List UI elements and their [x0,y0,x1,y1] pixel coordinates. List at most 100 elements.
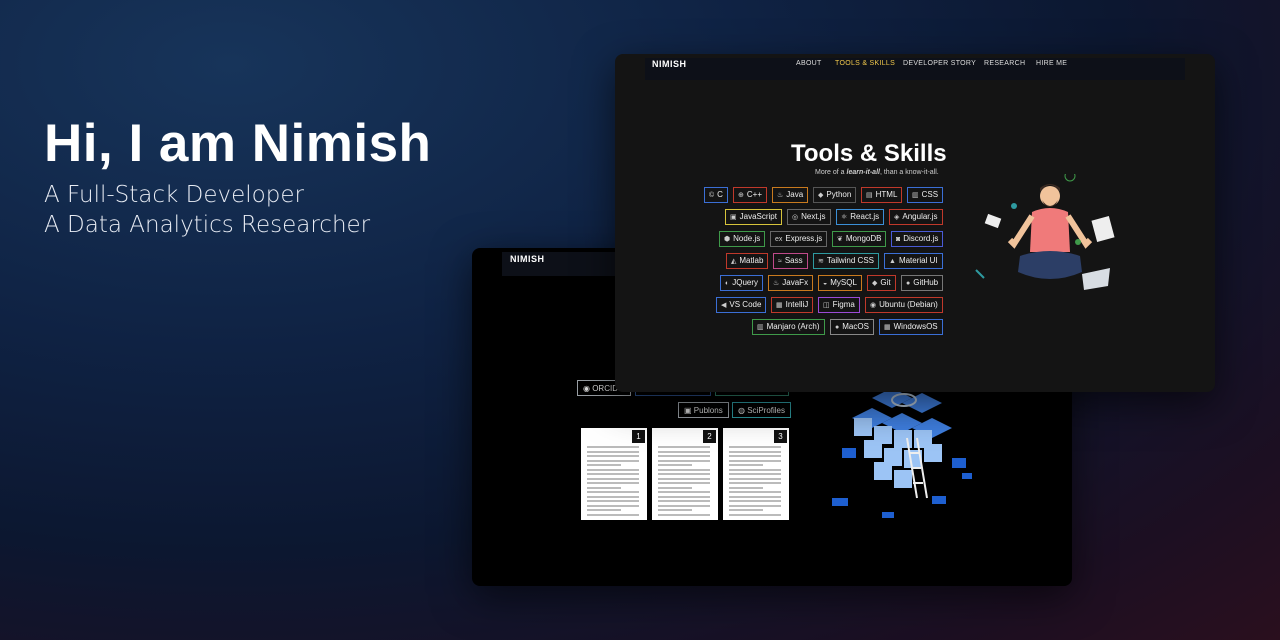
nav-hire-me[interactable]: HIRE ME [1036,60,1067,67]
javafx-icon: ♨ [773,280,780,287]
skill-angular-js[interactable]: ◈ Angular.js [889,209,943,225]
paper-thumbnail[interactable]: 1 [581,428,647,520]
skill-vs-code[interactable]: ◀ VS Code [716,297,767,313]
skill-jquery[interactable]: ◐ JQuery [720,275,764,291]
skill-sass[interactable]: ≈ Sass [773,253,808,269]
publons-icon: ▣ [684,406,694,415]
logo[interactable]: NIMISH [510,254,545,264]
skill-discord-js[interactable]: ◙ Discord.js [891,231,944,247]
paper-text-line [658,473,710,475]
skill-git[interactable]: ◆ Git [867,275,896,291]
paper-number: 1 [632,430,645,443]
paper-text-line [729,482,781,484]
html-icon: ▤ [866,192,873,199]
paper-thumbnail[interactable]: 3 [723,428,789,520]
paper-text-line [658,486,692,489]
skill-next-js[interactable]: ◎ Next.js [787,209,831,225]
subtitle-text: , than a know-it-all. [879,169,939,176]
paper-text-line [729,486,763,489]
nav-developer-story[interactable]: DEVELOPER STORY [903,60,976,67]
paper-text-line [729,468,781,471]
tailwind-icon: ≋ [818,258,824,265]
skill-github[interactable]: ● GitHub [901,275,944,291]
git-icon: ◆ [872,280,878,287]
skill-figma[interactable]: ◫ Figma [818,297,860,313]
paper-text-line [587,500,639,502]
apple-icon: ● [835,324,840,331]
windows-icon: ▦ [884,324,891,331]
nav-about[interactable]: ABOUT [796,60,822,67]
section-subtitle: More of a learn-it-all, than a know-it-a… [815,169,939,176]
nav-research[interactable]: RESEARCH [984,60,1025,67]
skill-mongodb[interactable]: ❦ MongoDB [832,231,887,247]
skill-matlab[interactable]: ◭ Matlab [726,253,769,269]
skill-macos[interactable]: ● MacOS [830,319,874,335]
skill-label: Figma [832,300,855,309]
skill-label: Manjaro (Arch) [766,322,820,331]
paper-text-line [658,468,710,471]
paper-text-line [658,477,710,480]
css-icon: ▥ [912,192,919,199]
skill-label: Material UI [898,256,938,265]
paper-thumbnail[interactable]: 2 [652,428,718,520]
skill-javascript[interactable]: ▣ JavaScript [725,209,782,225]
skill-css[interactable]: ▥ CSS [907,187,944,203]
link-label: Publons [693,406,723,415]
skill-intellij[interactable]: ▦ IntelliJ [771,297,814,313]
paper-text-line [658,509,692,511]
cpp-icon: ⊕ [738,192,744,199]
paper-text-line [587,459,639,462]
mysql-icon: ◒ [823,280,828,287]
nav-tools-skills[interactable]: TOOLS & SKILLS [835,60,895,67]
paper-text-line [729,464,763,466]
skill-java[interactable]: ♨ Java [772,187,809,203]
paper-text-line [729,455,781,457]
paper-text-line [658,455,710,457]
paper-number: 3 [774,430,787,443]
paper-text-line [587,477,639,480]
paper-text-line [658,504,710,507]
sciprofiles-icon: ◍ [738,406,748,415]
skill-label: Ubuntu (Debian) [879,300,938,309]
paper-text-line [729,500,781,502]
skill-manjaro-arch[interactable]: ▥ Manjaro (Arch) [752,319,825,335]
c-icon: © [709,192,715,199]
python-icon: ◆ [818,192,824,199]
logo[interactable]: NIMISH [652,59,687,69]
ubuntu-icon: ◉ [870,302,877,309]
skill-javafx[interactable]: ♨ JavaFx [768,275,814,291]
publons-link[interactable]: ▣ Publons [678,402,729,418]
skill-label: Python [826,190,852,199]
skill-express-js[interactable]: ex Express.js [770,231,828,247]
manjaro-icon: ▥ [757,324,764,331]
skill-react-js[interactable]: ⚛ React.js [836,209,885,225]
sciprofiles-link[interactable]: ◍ SciProfiles [732,402,791,418]
skill-label: Tailwind CSS [826,256,875,265]
paper-text-line [587,473,639,475]
orcid-icon: ◉ [583,384,593,393]
skill-label: C [717,190,723,199]
skill-material-ui[interactable]: ▲ Material UI [884,253,943,269]
paper-text-line [587,513,639,516]
skill-html[interactable]: ▤ HTML [861,187,903,203]
paper-text-line [587,504,639,507]
paper-text-line [587,464,621,466]
jquery-icon: ◐ [725,280,730,287]
link-label: SciProfiles [747,406,785,415]
skill-mysql[interactable]: ◒ MySQL [818,275,862,291]
skill-windowsos[interactable]: ▦ WindowsOS [879,319,943,335]
skill-node-js[interactable]: ⬢ Node.js [719,231,766,247]
skill-ubuntu-debian[interactable]: ◉ Ubuntu (Debian) [865,297,943,313]
skill-c[interactable]: © C [704,187,728,203]
tools-skills-screenshot-window: NIMISH ABOUT TOOLS & SKILLS DEVELOPER ST… [615,54,1215,392]
paper-text-line [729,450,781,453]
matlab-icon: ◭ [731,258,737,265]
nodejs-icon: ⬢ [724,236,731,243]
paper-text-line [658,500,710,502]
skill-label: GitHub [913,278,939,287]
paper-text-line [658,459,710,462]
skill-c[interactable]: ⊕ C++ [733,187,767,203]
paper-text-line [729,491,781,493]
skill-tailwind-css[interactable]: ≋ Tailwind CSS [813,253,880,269]
skill-python[interactable]: ◆ Python [813,187,857,203]
